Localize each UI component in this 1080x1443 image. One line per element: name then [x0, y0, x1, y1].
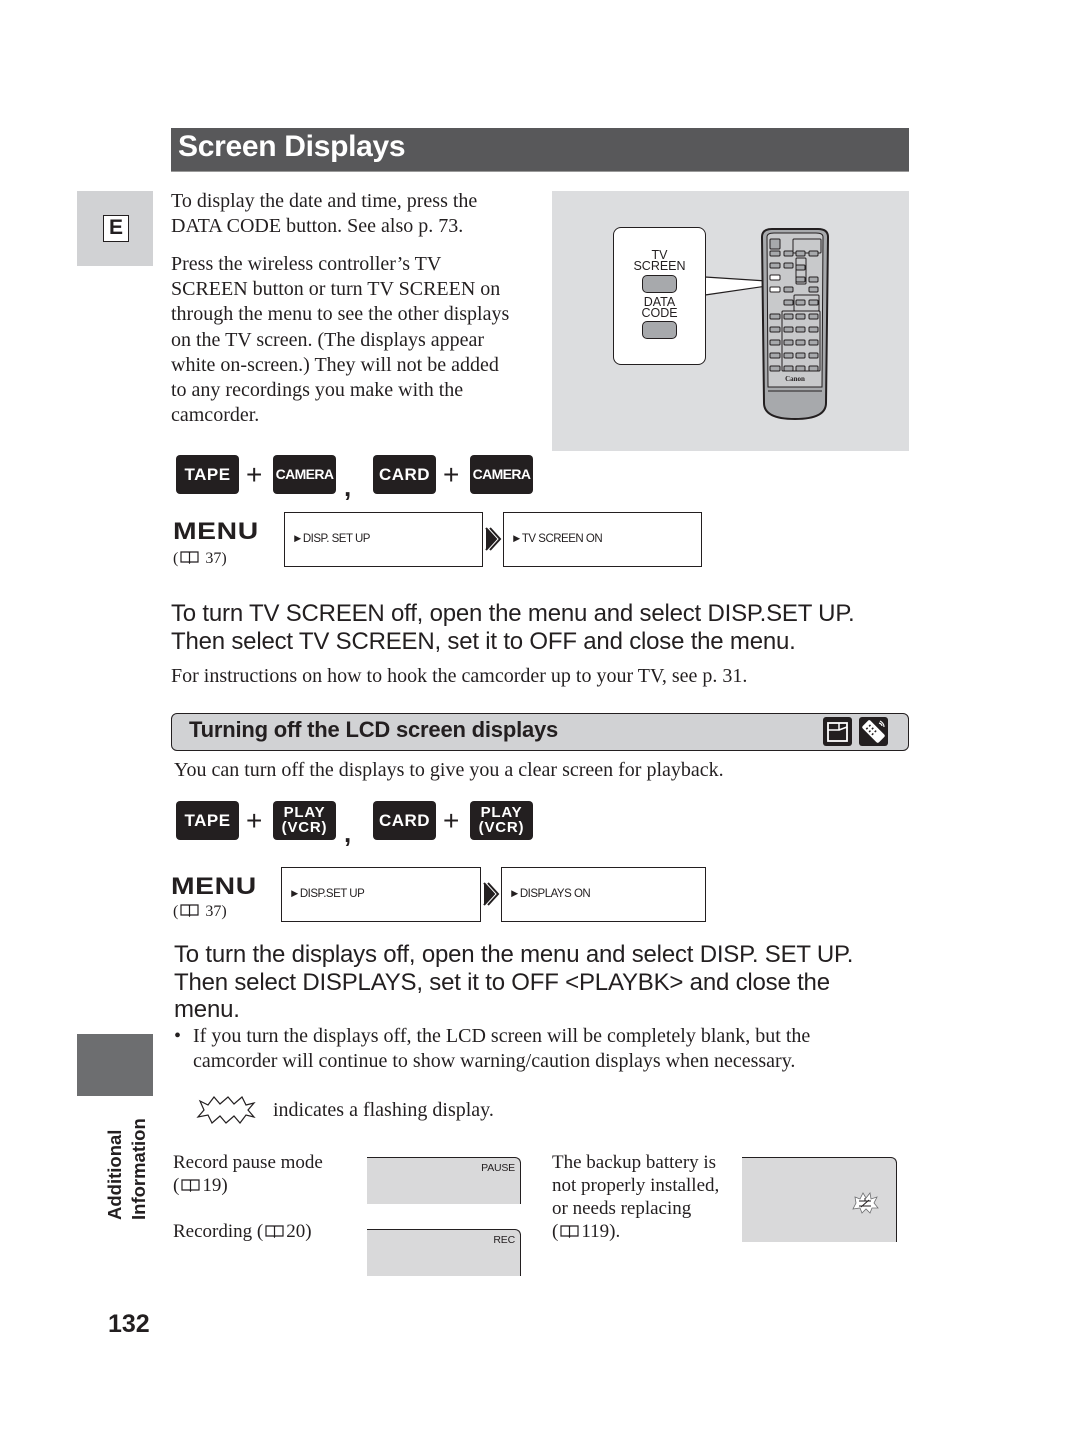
- book-icon: [265, 1225, 284, 1238]
- callout-pointer: [704, 276, 768, 296]
- book-icon: [181, 1179, 200, 1192]
- button-callout: TV SCREEN DATA CODE: [613, 227, 706, 365]
- menu-page-ref: ( 37): [173, 550, 227, 567]
- intro-paragraph-1: To display the date and time, press the …: [171, 189, 551, 239]
- text-line: camcorder will continue to show warning/…: [193, 1050, 796, 1073]
- section2-intro: You can turn off the displays to give yo…: [174, 759, 724, 781]
- text-line: The backup battery is: [552, 1152, 717, 1173]
- text-line: or needs replacing: [552, 1198, 692, 1219]
- screen-panel-rec: REC: [367, 1229, 521, 1276]
- text-line: To turn TV SCREEN off, open the menu and…: [171, 600, 855, 627]
- text-line: camcorder.: [171, 404, 260, 427]
- section-label-line-2: Information: [128, 1118, 149, 1220]
- next-step-arrow-icon: [485, 527, 502, 551]
- backup-battery-flashing-icon: [852, 1192, 879, 1214]
- book-icon: [180, 904, 199, 917]
- text-line: through the menu to see the other displa…: [171, 303, 510, 326]
- text-line: Then select DISPLAYS, set it to OFF <PLA…: [174, 968, 830, 996]
- next-step-arrow-icon: [483, 882, 500, 906]
- menu-page-ref: ( 37): [173, 903, 227, 920]
- text-line: To display the date and time, press the: [171, 190, 478, 212]
- text-line: not properly installed,: [552, 1175, 720, 1196]
- text-line: to any recordings you make with the: [171, 379, 464, 402]
- page-ref: (19): [173, 1175, 228, 1196]
- text-line: white on-screen.) They will not be added: [171, 353, 499, 376]
- remote-illustration: TV SCREEN DATA CODE Canon: [552, 191, 909, 451]
- mode-key-play-vcr: PLAY (VCR): [273, 801, 336, 840]
- bullet-glyph: •: [174, 1025, 182, 1047]
- text-line: on the TV screen. (The displays appear: [171, 328, 485, 351]
- mode-key-play-vcr: PLAY (VCR): [470, 801, 533, 840]
- section-label: Additional Information: [103, 1108, 155, 1220]
- language-indicator: E: [103, 215, 129, 242]
- page-title: Screen Displays: [178, 130, 406, 163]
- menu-step-tv-screen: ►TV SCREEN ON: [503, 512, 702, 567]
- mode-key-tape: TAPE: [176, 455, 239, 494]
- text-line: To turn the displays off, open the menu …: [174, 941, 854, 968]
- wireless-controller-icon: Canon: [760, 228, 830, 421]
- section2-instruction: To turn the displays off, open the menu …: [174, 941, 914, 1024]
- tv-screen-label: TV SCREEN: [633, 248, 686, 273]
- language-tab: E: [77, 191, 153, 266]
- mode-key-camera: CAMERA: [273, 455, 336, 494]
- screen-display-text: PAUSE: [481, 1162, 515, 1174]
- remote-brand-label: Canon: [785, 375, 805, 383]
- flash-legend-text: indicates a flashing display.: [273, 1099, 494, 1121]
- plus-sign: +: [246, 459, 263, 490]
- wireless-controller-icon: [859, 717, 888, 746]
- page-number: 132: [108, 1310, 150, 1338]
- menu-label: MENU: [173, 518, 259, 545]
- subheading-title: Turning off the LCD screen displays: [189, 717, 559, 742]
- book-icon: [180, 551, 199, 564]
- flashing-indicator-icon: [196, 1096, 256, 1124]
- menu-step-disp-setup: ►DISP. SET UP: [284, 512, 483, 567]
- data-code-label: DATA CODE: [641, 295, 678, 320]
- mode-key-tape: TAPE: [176, 801, 239, 840]
- camcorder-icon: [823, 717, 852, 746]
- menu-label: MENU: [171, 873, 257, 900]
- mode-key-card: CARD: [373, 455, 436, 494]
- page-title-bar: Screen Displays: [171, 128, 909, 172]
- section1-instruction: To turn TV SCREEN off, open the menu and…: [171, 600, 911, 655]
- plus-sign: +: [246, 805, 263, 836]
- tv-screen-button: [642, 275, 677, 293]
- mode-key-card: CARD: [373, 801, 436, 840]
- text-line: menu.: [174, 996, 240, 1023]
- book-icon: [560, 1225, 579, 1238]
- page-ref: (119).: [552, 1221, 621, 1242]
- text-line: SCREEN button or turn TV SCREEN on: [171, 278, 501, 301]
- section-label-line-1: Additional: [104, 1129, 125, 1220]
- text-line: DATA CODE button. See also p. 73.: [171, 215, 464, 238]
- screen-display-text: REC: [493, 1234, 515, 1246]
- text-line: Then select TV SCREEN, set it to OFF and…: [171, 627, 796, 655]
- section2-bullet: • If you turn the displays off, the LCD s…: [174, 1024, 914, 1074]
- menu-step-displays: ►DISPLAYS ON: [501, 867, 706, 922]
- menu-step-disp-setup: ►DISP.SET UP: [281, 867, 481, 922]
- plus-sign: +: [443, 459, 460, 490]
- screen-panel-pause: PAUSE: [367, 1157, 521, 1204]
- separator-comma: ,: [344, 472, 352, 502]
- text-line: Press the wireless controller’s TV: [171, 253, 442, 275]
- subheading-bar: Turning off the LCD screen displays: [171, 713, 909, 751]
- data-code-button: [642, 321, 677, 339]
- plus-sign: +: [443, 805, 460, 836]
- warning-desc-recording: Recording (20): [173, 1221, 312, 1242]
- separator-comma: ,: [344, 818, 352, 848]
- intro-paragraph-2: Press the wireless controller’s TV SCREE…: [171, 252, 551, 428]
- mode-key-camera: CAMERA: [470, 455, 533, 494]
- text-line: If you turn the displays off, the LCD sc…: [193, 1025, 811, 1047]
- section-tab-marker: [77, 1034, 153, 1096]
- screen-panel-backup-battery: [742, 1157, 897, 1242]
- warning-desc-backup-battery: The backup battery is not properly insta…: [552, 1151, 719, 1243]
- section1-note: For instructions on how to hook the camc…: [171, 665, 748, 687]
- warning-desc-pause: Record pause mode (19): [173, 1151, 323, 1197]
- text-line: Record pause mode: [173, 1152, 323, 1173]
